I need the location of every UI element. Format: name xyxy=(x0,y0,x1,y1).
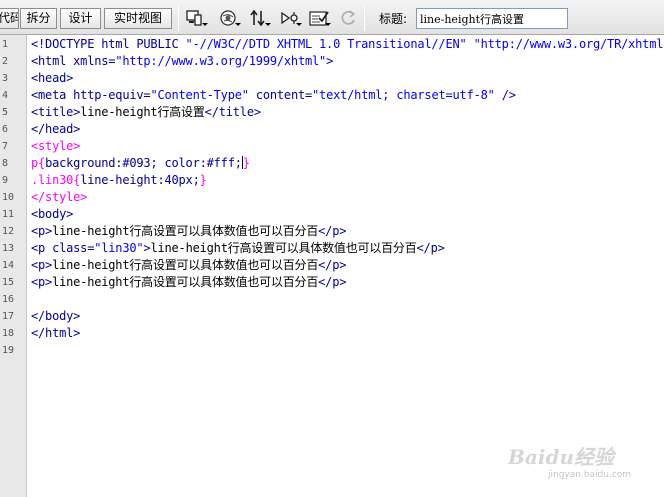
code-token: </title> xyxy=(204,105,261,119)
multiscreen-icon[interactable] xyxy=(186,8,208,28)
code-token: line-height行高设置可以具体数值也可以百分百 xyxy=(52,258,319,272)
baidu-jingyan-watermark: Baidu经验 xyxy=(508,445,614,469)
code-line: <p class="lin30">line-height行高设置可以具体数值也可… xyxy=(31,240,445,257)
line-number: 4 xyxy=(2,90,9,101)
code-token: </p> xyxy=(416,241,445,255)
code-line: <title>line-height行高设置</title> xyxy=(31,104,261,121)
code-token: background:#093; color:#fff; xyxy=(45,156,242,170)
code-line: <meta http-equiv="Content-Type" content=… xyxy=(31,87,516,104)
refresh-icon[interactable] xyxy=(338,8,360,28)
line-number: 13 xyxy=(2,243,15,254)
code-token: </head> xyxy=(31,122,81,136)
code-token: <p> xyxy=(31,224,53,238)
code-token: <body> xyxy=(31,207,74,221)
code-token: line-height行高设置可以具体数值也可以百分百 xyxy=(52,275,319,289)
code-token: </p> xyxy=(318,224,347,238)
line-number: 6 xyxy=(2,124,9,135)
code-line: <!DOCTYPE html PUBLIC "-//W3C//DTD XHTML… xyxy=(31,36,664,53)
code-line: </body> xyxy=(31,308,80,325)
code-line: </head> xyxy=(31,121,80,138)
code-token: <style> xyxy=(31,139,81,153)
code-token: <meta xyxy=(31,88,74,102)
code-token: "lin30" xyxy=(94,241,144,255)
code-editor[interactable]: <!DOCTYPE html PUBLIC "-//W3C//DTD XHTML… xyxy=(28,35,664,497)
code-token: /> xyxy=(494,88,516,102)
code-token: } xyxy=(199,173,207,187)
line-number: 16 xyxy=(2,294,15,305)
line-number: 11 xyxy=(2,209,15,220)
title-label: 标题: xyxy=(379,12,408,26)
document-toolbar: 代码 拆分 设计 实时视图 标题: xyxy=(0,0,664,35)
design-view-button[interactable]: 设计 xyxy=(60,8,101,29)
watermark-url: jingyan.baidu.com xyxy=(548,470,632,480)
code-token: </html> xyxy=(31,326,81,340)
line-number: 17 xyxy=(2,311,15,322)
code-token: </p> xyxy=(318,258,347,272)
browser-check-icon[interactable] xyxy=(219,8,241,28)
code-token: "http://www.w3.org/TR/xhtml1/DTD/xhtml1-… xyxy=(473,37,664,51)
code-token: "http://www.w3.org/1999/xhtml" xyxy=(115,54,327,68)
line-number: 15 xyxy=(2,277,15,288)
file-transfer-icon[interactable] xyxy=(249,8,271,28)
code-token: <head> xyxy=(31,71,74,85)
line-number: 12 xyxy=(2,226,15,237)
code-token: "-//W3C//DTD XHTML 1.0 Transitional//EN" xyxy=(185,37,467,51)
line-number: 5 xyxy=(2,107,9,118)
line-number: 1 xyxy=(2,39,9,50)
code-token: line-height行高设置可以具体数值也可以百分百 xyxy=(150,241,417,255)
code-line: <html xmlns="http://www.w3.org/1999/xhtm… xyxy=(31,53,333,70)
code-token: } xyxy=(242,156,250,170)
line-number: 2 xyxy=(2,56,9,67)
line-number-gutter: 1 2 3 4 5 6 7 8 9 10 11 12 13 14 15 16 17 18 19 xyxy=(0,35,27,497)
code-line: p{background:#093; color:#fff;} xyxy=(31,155,250,172)
code-line: <body> xyxy=(31,206,73,223)
code-token: <p> xyxy=(31,275,53,289)
code-token: line-height行高设置 xyxy=(80,105,205,119)
code-token: content= xyxy=(248,88,313,102)
toolbar-separator xyxy=(178,5,179,31)
live-view-button[interactable]: 实时视图 xyxy=(104,8,172,29)
document-title-input[interactable] xyxy=(416,8,568,29)
code-token: <html xyxy=(31,54,74,68)
code-token: <p> xyxy=(31,258,53,272)
code-token: xmlns= xyxy=(73,54,116,68)
code-token: "Content-Type" xyxy=(150,88,249,102)
code-token: line-height行高设置可以具体数值也可以百分百 xyxy=(52,224,319,238)
code-token: <title> xyxy=(31,105,81,119)
code-token: <!DOCTYPE html PUBLIC xyxy=(31,37,186,51)
code-token: class= xyxy=(52,241,95,255)
code-token: "text/html; charset=utf-8" xyxy=(312,88,495,102)
line-number: 3 xyxy=(2,73,9,84)
toolbar-separator xyxy=(364,5,365,31)
line-number: 18 xyxy=(2,328,15,339)
line-number: 19 xyxy=(2,345,15,356)
code-view-button[interactable]: 代码 xyxy=(0,8,19,29)
code-token: </p> xyxy=(318,275,347,289)
validate-icon[interactable] xyxy=(309,8,331,28)
code-line: .lin30{line-height:40px;} xyxy=(31,172,207,189)
code-token: line-height:40px; xyxy=(80,173,200,187)
code-token: <p xyxy=(31,241,53,255)
preview-icon[interactable] xyxy=(280,8,302,28)
code-line: </html> xyxy=(31,325,80,342)
code-line: <p>line-height行高设置可以具体数值也可以百分百</p> xyxy=(31,223,346,240)
code-line: </style> xyxy=(31,189,87,206)
code-line: <head> xyxy=(31,70,73,87)
code-token: </style> xyxy=(31,190,88,204)
code-token: </body> xyxy=(31,309,81,323)
code-token: p{ xyxy=(31,156,46,170)
line-number: 8 xyxy=(2,158,9,169)
line-number: 9 xyxy=(2,175,9,186)
line-number: 10 xyxy=(2,192,15,203)
code-line: <p>line-height行高设置可以具体数值也可以百分百</p> xyxy=(31,274,346,291)
code-line: <p>line-height行高设置可以具体数值也可以百分百</p> xyxy=(31,257,346,274)
code-token: .lin30{ xyxy=(31,173,81,187)
line-number: 14 xyxy=(2,260,15,271)
code-token: http-equiv= xyxy=(73,88,151,102)
code-token: > xyxy=(326,54,334,68)
line-number: 7 xyxy=(2,141,9,152)
code-line: <style> xyxy=(31,138,80,155)
split-view-button[interactable]: 拆分 xyxy=(20,8,57,29)
